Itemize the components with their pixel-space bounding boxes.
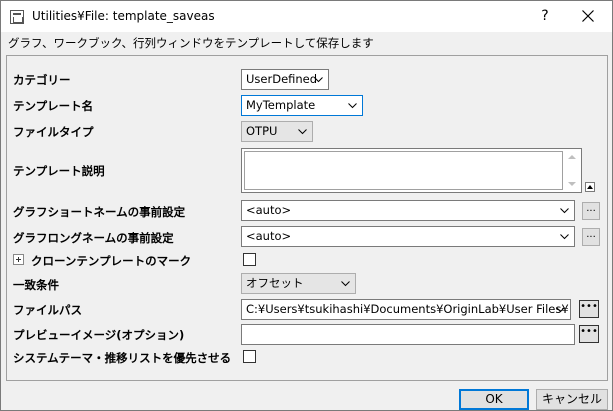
chevron-down-icon	[313, 70, 325, 89]
close-button[interactable]	[567, 3, 609, 30]
scroll-down-arrow-icon[interactable]	[568, 182, 576, 186]
file-path-select[interactable]: C:¥Users¥tsukihashi¥Documents¥OriginLab¥…	[241, 299, 571, 320]
graph-long-name-browse-button[interactable]: ...	[582, 228, 600, 246]
category-value: UserDefined	[246, 72, 318, 86]
graph-short-name-select[interactable]: <auto>	[241, 200, 575, 221]
system-theme-label: システムテーマ・推移リストを優先させる	[13, 351, 232, 365]
file-type-select[interactable]: OTPU	[241, 121, 313, 142]
match-condition-value: オフセット	[246, 276, 304, 290]
cancel-button[interactable]: キャンセル	[536, 389, 608, 410]
graph-short-name-value: <auto>	[246, 203, 292, 217]
scroll-up-arrow-icon[interactable]	[568, 155, 576, 159]
chevron-down-icon	[340, 274, 352, 293]
chevron-down-icon	[559, 227, 571, 246]
category-label: カテゴリー	[13, 73, 71, 87]
ok-button[interactable]: OK	[459, 389, 529, 410]
app-icon	[10, 10, 24, 24]
template-description-textarea[interactable]	[241, 148, 582, 193]
dialog-window: Utilities¥File: template_saveas ? グラフ、ワー…	[0, 0, 613, 411]
chevron-down-icon	[297, 122, 309, 141]
dialog-description: グラフ、ワークブック、行列ウィンドウをテンプレートして保存します	[8, 36, 374, 50]
system-theme-checkbox[interactable]	[243, 350, 256, 363]
template-name-label: テンプレート名	[13, 99, 94, 113]
graph-long-name-value: <auto>	[246, 229, 292, 243]
graph-long-name-select[interactable]: <auto>	[241, 226, 575, 247]
file-type-label: ファイルタイプ	[13, 125, 94, 139]
expand-arrow-icon[interactable]	[585, 182, 595, 192]
match-condition-select[interactable]: オフセット	[241, 273, 356, 294]
clone-template-mark-label: クローンテンプレートのマーク	[31, 254, 192, 268]
close-icon	[582, 10, 594, 22]
template-description-text	[244, 151, 563, 190]
clone-template-mark-checkbox[interactable]	[243, 253, 256, 266]
template-name-value: MyTemplate	[246, 98, 316, 112]
preview-image-input[interactable]	[241, 324, 575, 345]
file-path-value: C:¥Users¥tsukihashi¥Documents¥OriginLab¥…	[246, 302, 569, 316]
chevron-down-icon	[559, 201, 571, 220]
preview-image-browse-button[interactable]: •••	[579, 325, 599, 343]
textarea-scrollbar[interactable]	[564, 150, 580, 191]
chevron-down-icon	[347, 96, 359, 115]
graph-short-name-browse-button[interactable]: ...	[582, 202, 600, 220]
window-title: Utilities¥File: template_saveas	[32, 9, 215, 23]
help-button[interactable]: ?	[525, 3, 565, 30]
expand-plus-icon[interactable]	[13, 254, 24, 265]
file-path-label: ファイルパス	[13, 303, 82, 317]
file-path-browse-button[interactable]: •••	[579, 300, 599, 318]
match-condition-label: 一致条件	[13, 278, 59, 292]
template-description-label: テンプレート説明	[13, 164, 105, 178]
graph-long-name-label: グラフロングネームの事前設定	[13, 231, 174, 245]
preview-image-label: プレビューイメージ(オプション)	[13, 328, 185, 342]
file-type-value: OTPU	[246, 124, 278, 138]
title-bar: Utilities¥File: template_saveas ?	[1, 1, 612, 32]
graph-short-name-label: グラフショートネームの事前設定	[13, 205, 186, 219]
chevron-down-icon	[555, 300, 567, 319]
category-select[interactable]: UserDefined	[241, 69, 329, 90]
template-name-select[interactable]: MyTemplate	[241, 95, 363, 116]
